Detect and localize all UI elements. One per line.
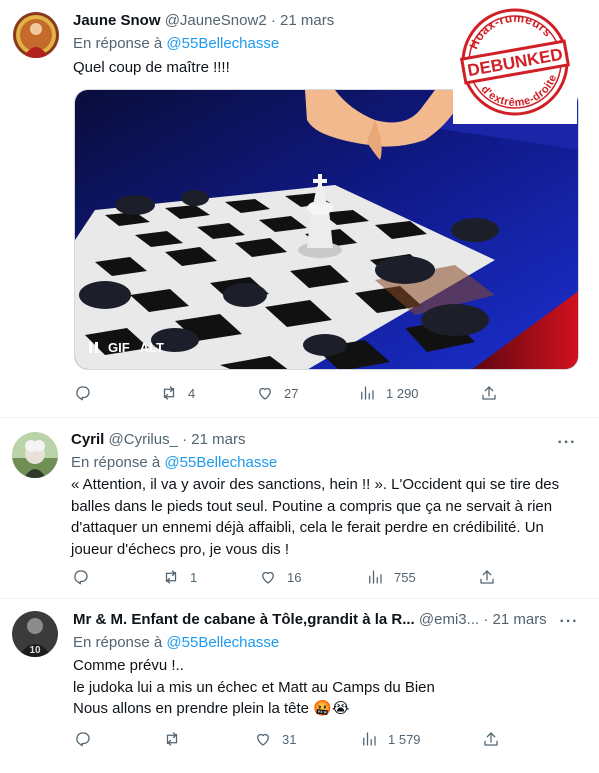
- like-button[interactable]: 31: [254, 729, 296, 749]
- heart-icon: [259, 387, 271, 400]
- tweet-text: Quel coup de maître !!!!: [73, 57, 230, 79]
- views-count: 755: [394, 569, 416, 585]
- share-icon: [482, 386, 496, 400]
- reply-prefix: En réponse à: [71, 454, 161, 471]
- gif-media[interactable]: GIF ALT: [74, 89, 579, 370]
- retweet-count: 4: [188, 385, 196, 401]
- tweet-date[interactable]: 21 mars: [191, 431, 245, 448]
- author-name[interactable]: Cyril: [71, 431, 104, 448]
- reply-button[interactable]: [74, 383, 102, 403]
- reply-mention-link[interactable]: @55Bellechasse: [166, 35, 279, 52]
- like-button[interactable]: 27: [256, 383, 298, 403]
- reply-icon: [76, 732, 90, 747]
- share-icon: [480, 570, 494, 584]
- views-count: 1 579: [388, 731, 421, 747]
- avatar[interactable]: [13, 12, 59, 58]
- heart-icon: [262, 571, 274, 584]
- separator: ·: [270, 12, 276, 29]
- tweet-date[interactable]: 21 mars: [280, 12, 334, 29]
- like-count: 27: [284, 385, 299, 401]
- more-options-icon[interactable]: ···: [557, 435, 577, 457]
- more-options-icon[interactable]: ···: [559, 614, 579, 636]
- author-name[interactable]: Jaune Snow: [73, 12, 161, 29]
- separator: ·: [483, 611, 489, 628]
- views-icon: [361, 386, 374, 400]
- share-button[interactable]: [480, 383, 498, 403]
- retweet-button[interactable]: 4: [160, 383, 195, 403]
- debunked-stamp: Hoax-rumeurs DEBUNKED d'extrême-droite: [453, 0, 577, 124]
- like-button[interactable]: 16: [259, 567, 301, 587]
- retweet-button[interactable]: [163, 729, 191, 749]
- reply-context: En réponse à @55Bellechasse: [73, 633, 279, 653]
- reply-context: En réponse à @55Bellechasse: [71, 453, 277, 473]
- views-button[interactable]: 755: [366, 567, 416, 587]
- tweet-header: Cyril @Cyrilus_ · 21 mars: [71, 430, 245, 450]
- gif-badge: GIF: [108, 340, 130, 355]
- media-controls: GIF ALT: [89, 340, 164, 355]
- svg-text:10: 10: [29, 645, 41, 656]
- tweet-date[interactable]: 21 mars: [493, 611, 547, 628]
- retweet-button[interactable]: 1: [162, 567, 197, 587]
- tweet-text: « Attention, il va y avoir des sanctions…: [71, 474, 559, 560]
- tweet-text-line: Comme prévu !..: [73, 657, 184, 674]
- views-button[interactable]: 1 579: [360, 729, 421, 749]
- pause-icon[interactable]: [89, 342, 98, 353]
- tweet-header: Jaune Snow @JauneSnow2 · 21 mars: [73, 11, 334, 31]
- retweet-icon: [166, 732, 178, 746]
- author-handle[interactable]: @JauneSnow2: [165, 12, 267, 29]
- heart-icon: [257, 733, 269, 746]
- tweet-text: Comme prévu !.. le judoka lui a mis un é…: [73, 655, 435, 720]
- like-count: 16: [287, 569, 302, 585]
- tweet-text-line: d'attaquer un ennemi déjà affaibli, cela…: [71, 519, 544, 536]
- tweet-text-line: balles dans le pieds tout seul. Poutine …: [71, 497, 553, 515]
- views-count: 1 290: [386, 385, 419, 401]
- tweet-actions: 31 1 579: [74, 729, 514, 749]
- tweet-actions: 1 16 755: [72, 567, 512, 587]
- alt-badge[interactable]: ALT: [140, 340, 164, 355]
- tweet-text-line: joueur d'échecs pro, je vous dis !: [71, 540, 289, 558]
- retweet-icon: [165, 570, 177, 584]
- author-handle[interactable]: @emi3...: [419, 611, 479, 628]
- avatar[interactable]: [12, 432, 58, 478]
- reply-context: En réponse à @55Bellechasse: [73, 34, 279, 54]
- views-icon: [363, 732, 376, 746]
- retweet-count: 1: [190, 569, 198, 585]
- reply-prefix: En réponse à: [73, 634, 163, 651]
- retweet-icon: [163, 386, 175, 400]
- chess-gif-frame: [75, 90, 578, 369]
- tweet-2[interactable]: Cyril @Cyrilus_ · 21 mars ··· En réponse…: [0, 418, 599, 599]
- tweet-text-line: le judoka lui a mis un échec et Matt au …: [73, 678, 435, 696]
- share-button[interactable]: [482, 729, 500, 749]
- tweet-text-line: « Attention, il va y avoir des sanctions…: [71, 476, 560, 493]
- reply-mention-link[interactable]: @55Bellechasse: [164, 454, 277, 471]
- reply-icon: [76, 386, 90, 401]
- like-count: 31: [282, 731, 297, 747]
- reply-mention-link[interactable]: @55Bellechasse: [166, 634, 279, 651]
- reply-button[interactable]: [74, 729, 102, 749]
- tweet-3[interactable]: 10 Mr & M. Enfant de cabane à Tôle,grand…: [0, 599, 599, 773]
- tweet-actions: 4 27 1 290: [74, 383, 514, 403]
- reply-icon: [74, 570, 88, 585]
- avatar[interactable]: 10: [12, 611, 58, 657]
- tweet-text-line: Nous allons en prendre plein la tête 🤬😭: [73, 700, 350, 717]
- views-button[interactable]: 1 290: [358, 383, 419, 403]
- share-icon: [484, 732, 498, 746]
- tweet-text-line: Quel coup de maître !!!!: [73, 59, 230, 76]
- author-handle[interactable]: @Cyrilus_: [109, 431, 178, 448]
- views-icon: [369, 570, 382, 584]
- share-button[interactable]: [478, 567, 496, 587]
- reply-button[interactable]: [72, 567, 100, 587]
- tweet-header: Mr & M. Enfant de cabane à Tôle,grandit …: [73, 610, 547, 630]
- separator: ·: [182, 431, 188, 448]
- reply-prefix: En réponse à: [73, 35, 163, 52]
- author-name[interactable]: Mr & M. Enfant de cabane à Tôle,grandit …: [73, 611, 415, 628]
